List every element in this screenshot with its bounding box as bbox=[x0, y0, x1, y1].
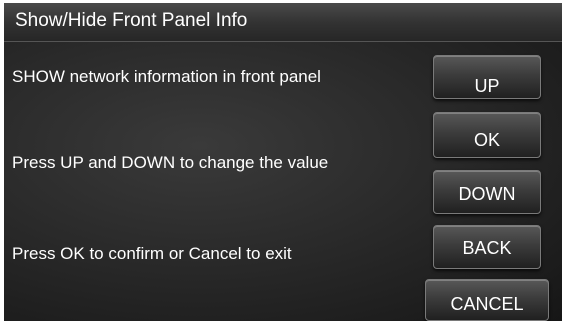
back-button-label: BACK bbox=[462, 238, 512, 258]
front-panel-screen: Show/Hide Front Panel Info SHOW network … bbox=[4, 3, 562, 321]
status-message: SHOW network information in front panel bbox=[12, 67, 321, 86]
title-bar: Show/Hide Front Panel Info bbox=[4, 3, 562, 42]
instruction-change-value: Press UP and DOWN to change the value bbox=[12, 153, 329, 172]
ok-button-label: OK bbox=[473, 130, 500, 150]
cancel-button[interactable]: CANCEL bbox=[425, 279, 549, 321]
up-button-label: UP bbox=[474, 76, 500, 96]
down-button-label: DOWN bbox=[458, 184, 516, 204]
screen-title: Show/Hide Front Panel Info bbox=[15, 10, 248, 31]
back-button[interactable]: BACK bbox=[433, 225, 541, 269]
up-button[interactable]: UP bbox=[433, 55, 541, 99]
ok-button[interactable]: OK bbox=[433, 112, 541, 158]
down-button[interactable]: DOWN bbox=[433, 170, 541, 214]
instruction-confirm-exit: Press OK to confirm or Cancel to exit bbox=[12, 244, 292, 263]
cancel-button-label: CANCEL bbox=[450, 294, 524, 314]
